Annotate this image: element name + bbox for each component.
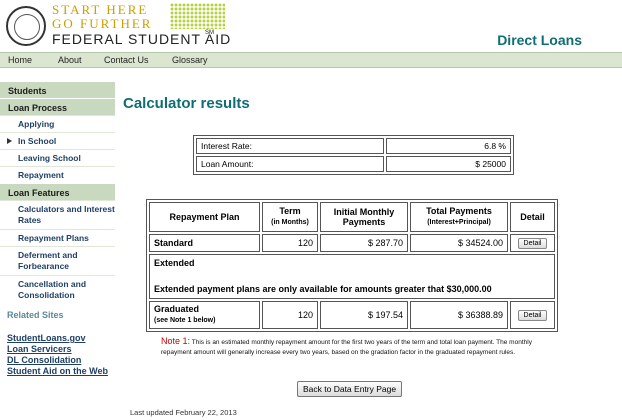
plan-extended: Extended (154, 258, 195, 268)
header-total-label: Total Payments (426, 206, 492, 216)
extended-cell: Extended Extended payment plans are only… (149, 254, 555, 299)
related-link-dl-consolidation[interactable]: DL Consolidation (7, 355, 81, 365)
graduated-cell: Graduated (see Note 1 below) (149, 301, 260, 329)
note-text: This is an estimated monthly repayment a… (161, 339, 532, 356)
nav-home[interactable]: Home (8, 55, 32, 65)
inputs-table: Interest Rate: 6.8 % Loan Amount: $ 2500… (193, 135, 514, 175)
header-monthly: Initial Monthly Payments (320, 202, 408, 232)
note-label: Note 1: (161, 336, 191, 346)
page-title: Calculator results (123, 95, 250, 112)
graduated-note: (see Note 1 below) (154, 317, 216, 324)
graduated-detail-button[interactable]: Detail (517, 310, 548, 321)
related-link-studentloans[interactable]: StudentLoans.gov (7, 333, 86, 343)
sidebar-loan-process[interactable]: Loan Process (0, 98, 115, 115)
note-1: Note 1: This is an estimated monthly rep… (161, 336, 561, 358)
table-row: Standard 120 $ 287.70 $ 34524.00 Detail (149, 234, 555, 252)
header-term-sub: (in Months) (271, 219, 309, 226)
header-term: Term (in Months) (262, 202, 318, 232)
standard-term: 120 (262, 234, 318, 252)
graduated-term: 120 (262, 301, 318, 329)
graduated-detail-cell: Detail (510, 301, 555, 329)
department-seal-icon (6, 6, 46, 46)
table-row: Extended Extended payment plans are only… (149, 254, 555, 299)
header-total-sub: (Interest+Principal) (427, 219, 491, 226)
header-plan: Repayment Plan (149, 202, 260, 232)
top-nav: Home About Contact Us Glossary (0, 52, 622, 68)
sidebar-item-applying[interactable]: Applying (0, 115, 115, 132)
sidebar-item-leaving-school[interactable]: Leaving School (0, 149, 115, 166)
standard-detail-button[interactable]: Detail (517, 238, 548, 249)
header: START HERE GO FURTHER FEDERAL STUDENT AI… (0, 0, 622, 52)
sidebar: Students Loan Process Applying In School… (0, 81, 115, 304)
results-table: Repayment Plan Term (in Months) Initial … (146, 199, 558, 332)
sidebar-item-deferment[interactable]: Deferment and Forbearance (0, 246, 115, 275)
sidebar-item-calculators[interactable]: Calculators and Interest Rates (0, 200, 115, 229)
nav-about[interactable]: About (58, 55, 82, 65)
loan-amount-label: Loan Amount: (196, 156, 384, 172)
program-title: Direct Loans (497, 32, 582, 48)
sidebar-item-repayment[interactable]: Repayment (0, 166, 115, 183)
plan-graduated: Graduated (154, 304, 200, 314)
last-updated: Last updated February 22, 2013 (130, 408, 237, 417)
dot-pattern-icon (170, 3, 225, 29)
trademark: SM (205, 30, 214, 36)
tagline-line2: GO FURTHER (52, 16, 153, 31)
extended-message: Extended payment plans are only availabl… (154, 284, 492, 294)
nav-glossary[interactable]: Glossary (172, 55, 208, 65)
graduated-total: $ 36388.89 (410, 301, 508, 329)
header-total: Total Payments (Interest+Principal) (410, 202, 508, 232)
plan-standard: Standard (149, 234, 260, 252)
nav-contact-us[interactable]: Contact Us (104, 55, 149, 65)
related-link-loan-servicers[interactable]: Loan Servicers (7, 344, 72, 354)
interest-rate-label: Interest Rate: (196, 138, 384, 154)
header-term-label: Term (279, 206, 301, 216)
sidebar-loan-features[interactable]: Loan Features (0, 183, 115, 200)
sidebar-item-repayment-plans[interactable]: Repayment Plans (0, 229, 115, 246)
sidebar-students[interactable]: Students (0, 81, 115, 98)
standard-monthly: $ 287.70 (320, 234, 408, 252)
standard-total: $ 34524.00 (410, 234, 508, 252)
sidebar-item-in-school[interactable]: In School (0, 132, 115, 149)
standard-detail-cell: Detail (510, 234, 555, 252)
related-link-student-aid[interactable]: Student Aid on the Web (7, 366, 108, 376)
graduated-monthly: $ 197.54 (320, 301, 408, 329)
interest-rate-value: 6.8 % (386, 138, 511, 154)
related-sites-title: Related Sites (7, 310, 64, 320)
back-to-data-entry-button[interactable]: Back to Data Entry Page (297, 381, 403, 397)
table-row: Graduated (see Note 1 below) 120 $ 197.5… (149, 301, 555, 329)
sidebar-item-cancellation[interactable]: Cancellation and Consolidation (0, 275, 115, 304)
loan-amount-value: $ 25000 (386, 156, 511, 172)
header-detail: Detail (510, 202, 555, 232)
